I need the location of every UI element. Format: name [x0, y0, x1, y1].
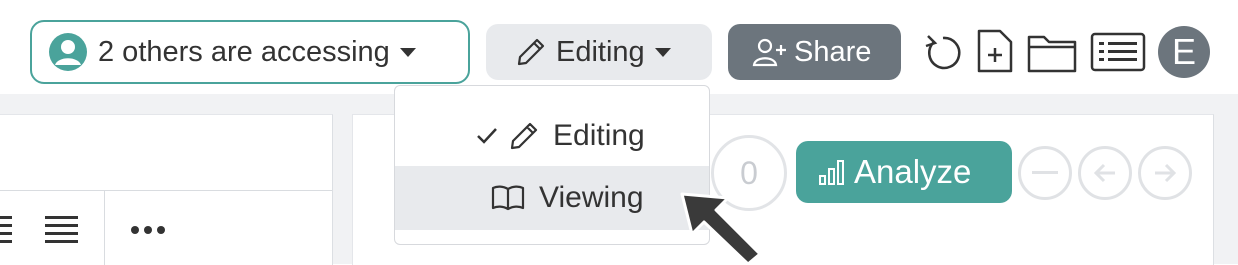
toolbar-separator — [104, 191, 105, 265]
book-icon — [491, 185, 525, 211]
next-button[interactable] — [1138, 146, 1192, 200]
share-button[interactable]: Share — [728, 24, 901, 80]
pencil-icon — [510, 122, 538, 150]
mouse-cursor-icon — [680, 192, 762, 264]
analyze-button[interactable]: Analyze — [796, 141, 1012, 203]
analyze-label: Analyze — [854, 153, 972, 190]
menu-item-label: Viewing — [539, 181, 644, 214]
remove-button[interactable] — [1018, 146, 1072, 200]
history-icon[interactable] — [922, 32, 964, 74]
menu-item-label: Editing — [553, 119, 645, 152]
toolbar-divider — [0, 190, 332, 191]
collaborators-label: 2 others are accessing — [98, 35, 390, 68]
collaborators-dropdown[interactable]: 2 others are accessing — [30, 20, 470, 84]
more-icon[interactable] — [130, 224, 166, 236]
mode-dropdown-menu: Editing Viewing — [394, 85, 710, 245]
user-plus-icon — [752, 38, 786, 67]
mode-label: Editing — [556, 35, 645, 68]
folder-icon[interactable] — [1026, 32, 1078, 74]
previous-button[interactable] — [1078, 146, 1132, 200]
menu-item-editing[interactable]: Editing — [395, 104, 709, 168]
user-circle-icon — [49, 33, 87, 71]
caret-down-icon — [654, 47, 671, 57]
align-right-icon[interactable] — [0, 213, 14, 243]
arrow-right-icon — [1155, 163, 1177, 183]
menu-item-viewing[interactable]: Viewing — [395, 166, 709, 230]
caret-down-icon — [399, 47, 416, 57]
bar-chart-icon — [819, 160, 844, 185]
align-justify-icon[interactable] — [45, 213, 79, 243]
share-label: Share — [794, 35, 872, 68]
checkmark-icon — [477, 128, 497, 144]
mode-dropdown-button[interactable]: Editing — [486, 24, 712, 80]
counter-value: 0 — [740, 154, 758, 191]
minus-icon — [1032, 171, 1058, 174]
arrow-left-icon — [1093, 163, 1115, 183]
list-icon[interactable] — [1090, 32, 1146, 72]
user-avatar[interactable]: E — [1158, 26, 1210, 78]
new-file-icon[interactable] — [976, 28, 1014, 74]
avatar-initial: E — [1171, 31, 1196, 72]
pencil-icon — [517, 38, 545, 66]
